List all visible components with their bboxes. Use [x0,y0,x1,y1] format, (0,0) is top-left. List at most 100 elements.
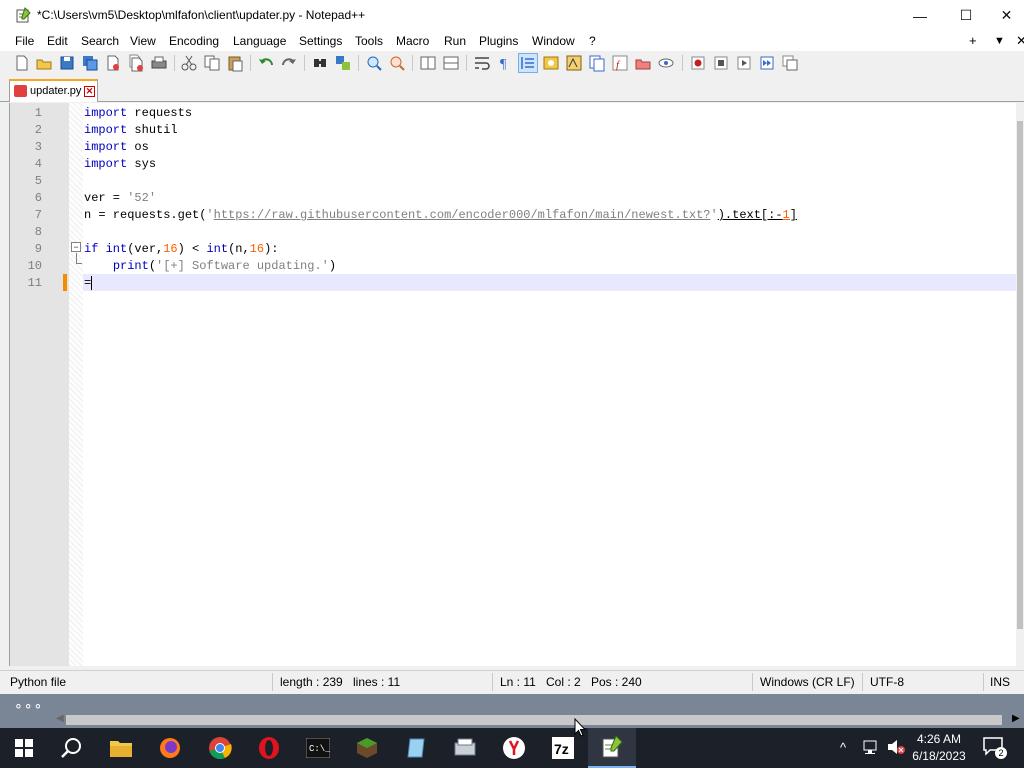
close-doc-icon[interactable]: ✕ [1016,33,1024,49]
indent-guide-icon[interactable] [518,53,538,73]
close-all-icon[interactable] [127,54,145,72]
fold-end [76,263,82,264]
menu-macro[interactable]: Macro [396,34,429,48]
copy-icon[interactable] [203,54,221,72]
menu-help[interactable]: ? [589,34,596,48]
record-macro-icon[interactable] [689,54,707,72]
opera-icon[interactable] [245,728,293,768]
word-wrap-icon[interactable] [473,54,491,72]
stop-macro-icon[interactable] [712,54,730,72]
toolbar-separator [304,55,305,71]
taskbar: C:\_ 7z ^ 4:26 AM 6/18/2023 2 [0,728,1024,768]
yandex-icon[interactable] [490,728,538,768]
volume-muted-icon[interactable] [886,738,906,759]
status-encoding[interactable]: UTF-8 [870,675,904,689]
redo-icon[interactable] [280,54,298,72]
line-number: 11 [27,276,42,290]
notification-center-icon[interactable]: 2 [982,736,1007,760]
menu-edit[interactable]: Edit [47,34,68,48]
line-number: 4 [34,157,42,171]
menu-window[interactable]: Window [532,34,575,48]
tab-updater-py[interactable]: updater.py ✕ [9,79,98,102]
svg-text:C:\_: C:\_ [309,744,330,754]
scrollbar-thumb[interactable] [1017,121,1023,629]
print-icon[interactable] [150,54,168,72]
new-file-icon[interactable] [13,54,31,72]
save-icon[interactable] [58,54,76,72]
menu-tools[interactable]: Tools [355,34,383,48]
tab-close-icon[interactable]: ✕ [84,86,95,97]
line-number: 3 [34,140,42,154]
document-map-icon[interactable] [565,54,583,72]
run-macro-multiple-icon[interactable] [758,54,776,72]
code-line-6: ver = '52' [84,191,157,205]
code-line-2: import shutil [84,123,178,137]
scrollbar-track[interactable] [66,715,1002,725]
toolbar-separator [358,55,359,71]
menu-settings[interactable]: Settings [299,34,342,48]
new-tab-icon[interactable]: + [969,33,977,48]
line-number: 1 [34,106,42,120]
menu-search[interactable]: Search [81,34,119,48]
save-macro-icon[interactable] [781,54,799,72]
chrome-icon[interactable] [196,728,244,768]
clock-date: 6/18/2023 [912,749,966,763]
vertical-scrollbar[interactable] [1016,103,1024,666]
line-number-margin: 1 2 3 4 5 6 7 8 9 10 11 [10,103,69,666]
menu-run[interactable]: Run [444,34,466,48]
status-bar: Python file length : 239 lines : 11 Ln :… [0,670,1024,692]
svg-text:¶: ¶ [500,57,507,72]
fold-margin [69,103,83,666]
menu-language[interactable]: Language [233,34,286,48]
save-all-icon[interactable] [81,54,99,72]
play-macro-icon[interactable] [735,54,753,72]
more-options-icon[interactable]: ∘∘∘ [14,697,43,714]
maximize-button[interactable]: ☐ [943,0,989,31]
start-icon[interactable] [0,728,48,768]
minimize-button[interactable]: — [897,0,943,31]
network-icon[interactable] [862,738,880,759]
menu-encoding[interactable]: Encoding [169,34,219,48]
scanner-icon[interactable] [441,728,489,768]
sync-horizontal-icon[interactable] [442,54,460,72]
sync-vertical-icon[interactable] [419,54,437,72]
replace-icon[interactable] [334,54,352,72]
paste-icon[interactable] [226,54,244,72]
notepad-icon[interactable] [392,728,440,768]
cut-icon[interactable] [180,54,198,72]
monitoring-icon[interactable] [657,54,675,72]
undo-icon[interactable] [257,54,275,72]
zoom-out-icon[interactable] [388,54,406,72]
document-list-icon[interactable] [588,54,606,72]
close-button[interactable]: ✕ [989,0,1024,31]
notepad-plus-plus-icon[interactable] [588,728,636,768]
search-icon[interactable] [48,728,96,768]
open-file-icon[interactable] [35,54,53,72]
status-eol[interactable]: Windows (CR LF) [760,675,855,689]
scroll-right-icon[interactable]: ▶ [1012,713,1020,724]
menu-view[interactable]: View [130,34,156,48]
file-explorer-icon[interactable] [97,728,145,768]
editor-area[interactable]: 1 2 3 4 5 6 7 8 9 10 11 − import request… [9,103,1017,666]
scroll-left-icon[interactable]: ◀ [56,713,64,724]
terminal-icon[interactable]: C:\_ [294,728,342,768]
tray-chevron-icon[interactable]: ^ [840,740,846,755]
zoom-in-icon[interactable] [365,54,383,72]
system-clock[interactable]: 4:26 AM 6/18/2023 [908,731,970,765]
menu-plugins[interactable]: Plugins [479,34,518,48]
show-all-chars-icon[interactable]: ¶ [496,54,514,72]
fold-toggle-icon[interactable]: − [71,242,81,252]
status-insert-mode[interactable]: INS [990,675,1010,689]
horizontal-scrollbar[interactable]: ◀ ▶ [56,711,1024,727]
close-file-icon[interactable] [104,54,122,72]
function-list-icon[interactable]: f [611,54,629,72]
toolbar: ¶ f [0,51,1024,75]
fold-line [76,253,77,263]
find-icon[interactable] [311,54,329,72]
tab-list-icon[interactable]: ▼ [994,35,1005,47]
udl-icon[interactable] [542,54,560,72]
firefox-icon[interactable] [146,728,194,768]
folder-as-workspace-icon[interactable] [634,54,652,72]
menu-file[interactable]: File [15,34,34,48]
minecraft-icon[interactable] [343,728,391,768]
